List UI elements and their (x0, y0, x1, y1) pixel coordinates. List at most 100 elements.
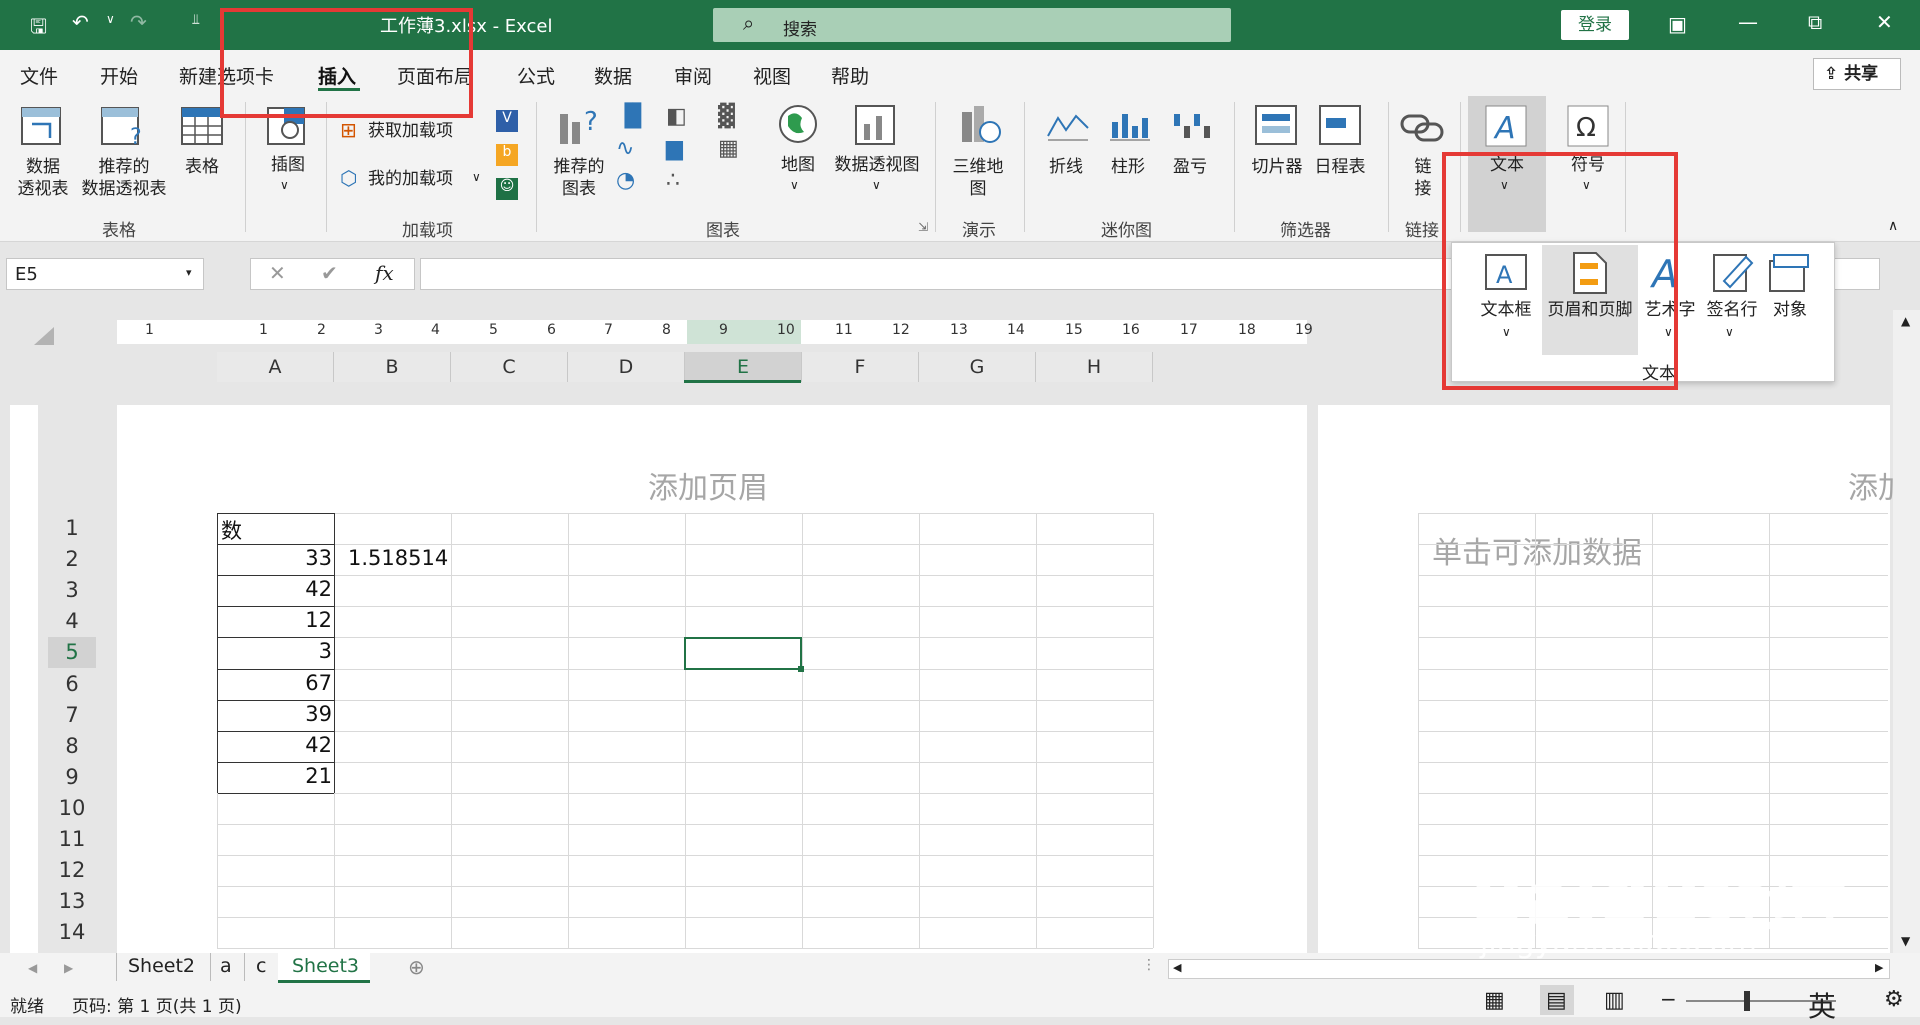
cell-a1[interactable]: 数 (221, 515, 332, 545)
tab-view[interactable]: 视图 (753, 62, 791, 89)
cell-b2[interactable]: 1.518514 (348, 546, 459, 570)
hierarchy-chart-icon[interactable]: ◧ (666, 104, 687, 129)
undo-dropdown-icon[interactable]: ∨ (106, 12, 115, 26)
insert-function-icon[interactable]: fx (375, 261, 394, 285)
undo-icon[interactable]: ↶ (72, 10, 89, 34)
row-header-4[interactable]: 4 (48, 606, 96, 638)
row-header-12[interactable]: 12 (48, 855, 96, 887)
column-header-c[interactable]: C (451, 352, 568, 382)
active-cell[interactable] (684, 637, 802, 670)
fill-handle[interactable] (798, 666, 804, 672)
row-header-13[interactable]: 13 (48, 886, 96, 918)
people-graph-icon[interactable]: ☺ (496, 178, 518, 200)
scroll-left-icon[interactable]: ◀ (1173, 961, 1181, 974)
row-header-14[interactable]: 14 (48, 917, 96, 949)
get-addins-button[interactable]: 获取加载项 (368, 120, 453, 142)
column-header-b[interactable]: B (334, 352, 451, 382)
ribbon-display-icon[interactable]: ▣ (1668, 12, 1687, 36)
my-addins-button[interactable]: 我的加载项 (368, 168, 453, 190)
scatter-chart-icon[interactable]: ∴ (666, 168, 680, 193)
sparkline-line-button[interactable]: 折线 (1040, 156, 1092, 178)
sheet-tab-c[interactable]: c (256, 955, 266, 977)
cell-a9[interactable]: 21 (221, 764, 332, 788)
row-header-11[interactable]: 11 (48, 824, 96, 855)
cell-a6[interactable]: 67 (221, 671, 332, 695)
column-header-f[interactable]: F (802, 352, 919, 382)
row-header-1[interactable]: 1 (48, 513, 96, 544)
pivot-chart-button[interactable]: 数据透视图 (830, 154, 924, 176)
close-icon[interactable]: ✕ (1876, 10, 1893, 34)
slicer-button[interactable]: 切片器 (1246, 156, 1308, 178)
ime-indicator[interactable]: 英 (1808, 985, 1836, 1025)
waterfall-chart-icon[interactable]: ▓ (718, 104, 735, 129)
cell-a8[interactable]: 42 (221, 733, 332, 757)
tab-review[interactable]: 审阅 (674, 62, 712, 89)
add-data-placeholder[interactable]: 单击可添加数据 (1432, 528, 1642, 572)
tab-home[interactable]: 开始 (100, 62, 138, 89)
more-options-icon[interactable]: ⋮ (1142, 957, 1156, 973)
column-header-d[interactable]: D (568, 352, 685, 382)
row-header-6[interactable]: 6 (48, 668, 96, 700)
statistic-chart-icon[interactable]: ▆ (666, 136, 683, 161)
bar-chart-icon[interactable]: ▐▌ (616, 104, 650, 129)
pivot-table-button[interactable]: 数据 透视表 (10, 156, 76, 200)
add-sheet-icon[interactable]: ⊕ (408, 955, 425, 979)
column-header-a[interactable]: A (217, 352, 334, 382)
dialog-launcher-icon[interactable]: ⇲ (918, 220, 928, 234)
redo-icon[interactable]: ↷ (130, 10, 147, 34)
name-box[interactable]: E5 (6, 258, 204, 290)
page-break-view-icon[interactable]: ▥ (1604, 988, 1625, 1013)
cell-a3[interactable]: 42 (221, 577, 332, 601)
tab-formulas[interactable]: 公式 (517, 62, 555, 89)
cell-a4[interactable]: 12 (221, 608, 332, 632)
customize-toolbar-icon[interactable]: ⫫ (192, 12, 200, 28)
row-header-5[interactable]: 5 (48, 637, 96, 669)
vertical-scrollbar[interactable]: ▲ ▼ (1893, 310, 1920, 955)
recommended-charts-button[interactable]: 推荐的 图表 (548, 156, 610, 200)
table-button[interactable]: 表格 (176, 156, 228, 178)
object-button[interactable]: 对象 (1760, 299, 1820, 321)
zoom-thumb[interactable] (1744, 991, 1750, 1011)
map-button[interactable]: 地图 (772, 154, 824, 176)
tab-help[interactable]: 帮助 (831, 62, 869, 89)
zoom-out-icon[interactable]: − (1660, 987, 1677, 1011)
illustration-button[interactable]: 插图 (262, 154, 314, 176)
login-button[interactable]: 登录 (1561, 10, 1629, 40)
confirm-icon[interactable]: ✔ (321, 261, 338, 285)
settings-icon[interactable]: ⚙ (1884, 987, 1904, 1012)
sparkline-winloss-button[interactable]: 盈亏 (1164, 156, 1216, 178)
cell-a7[interactable]: 39 (221, 702, 332, 726)
scroll-down-icon[interactable]: ▼ (1901, 934, 1910, 948)
bing-icon[interactable]: b (496, 144, 518, 166)
row-header-8[interactable]: 8 (48, 730, 96, 762)
pie-chart-icon[interactable]: ◔ (616, 168, 635, 193)
minimize-icon[interactable]: — (1738, 10, 1758, 34)
page-layout-view-button[interactable]: ▤ (1540, 985, 1574, 1015)
combo-chart-icon[interactable]: ▦ (718, 136, 739, 161)
row-header-2[interactable]: 2 (48, 544, 96, 576)
tab-data[interactable]: 数据 (594, 62, 632, 89)
restore-icon[interactable]: ⧉ (1808, 10, 1822, 34)
search-box[interactable]: ⌕ 搜索 (713, 8, 1231, 42)
row-header-7[interactable]: 7 (48, 699, 96, 731)
header-placeholder[interactable]: 添加页眉 (648, 463, 768, 507)
scroll-right-icon[interactable]: ▶ (1875, 961, 1883, 974)
select-all-icon[interactable] (30, 325, 56, 347)
timeline-button[interactable]: 日程表 (1308, 156, 1372, 178)
column-header-g[interactable]: G (919, 352, 1036, 382)
next-sheet-icon[interactable]: ▶ (64, 961, 73, 975)
collapse-ribbon-icon[interactable]: ∧ (1888, 218, 1898, 234)
active-sheet-tab[interactable]: Sheet3 (278, 953, 370, 983)
column-header-e[interactable]: E (685, 352, 802, 382)
tab-file[interactable]: 文件 (20, 62, 58, 89)
row-header-3[interactable]: 3 (48, 575, 96, 607)
sheet-tab-sheet2[interactable]: Sheet2 (128, 955, 195, 977)
sparkline-column-button[interactable]: 柱形 (1102, 156, 1154, 178)
link-button[interactable]: 链 接 (1408, 156, 1438, 200)
row-header-10[interactable]: 10 (48, 792, 96, 824)
sheet-tab-a[interactable]: a (220, 955, 232, 977)
visio-icon[interactable]: V (496, 110, 518, 132)
scroll-up-icon[interactable]: ▲ (1901, 314, 1910, 328)
share-button[interactable]: ⇪ 共享 (1813, 58, 1901, 90)
cell-a2[interactable]: 33 (221, 546, 332, 570)
